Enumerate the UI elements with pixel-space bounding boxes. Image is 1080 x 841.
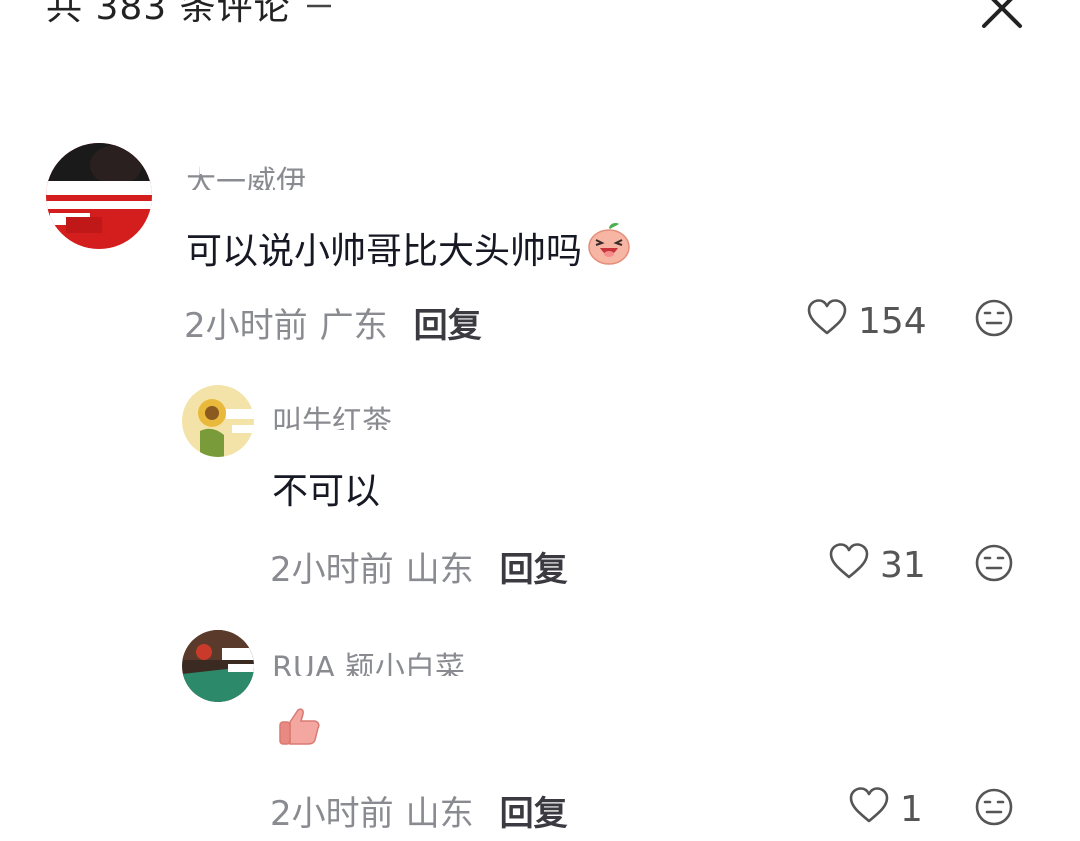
heart-icon bbox=[806, 298, 848, 345]
avatar[interactable] bbox=[46, 143, 152, 249]
close-icon[interactable] bbox=[976, 0, 1026, 34]
comment-time: 2小时前 bbox=[270, 550, 394, 590]
avatar[interactable] bbox=[182, 385, 254, 457]
dislike-face-icon[interactable] bbox=[974, 787, 1014, 827]
comment-content: 不可以 bbox=[272, 471, 381, 512]
comment-meta: 2小时前 山东 回复 bbox=[270, 542, 568, 591]
comment-meta: 2小时前 广东 回复 bbox=[184, 298, 482, 347]
heart-icon bbox=[828, 542, 870, 589]
comment-count-header: 共 383 条评论 bbox=[46, 0, 333, 30]
like-button[interactable]: 1 bbox=[848, 786, 923, 833]
thumbs-up-emoji-icon bbox=[276, 706, 322, 755]
reply-button[interactable]: 回复 bbox=[414, 298, 482, 347]
comment-location: 广东 bbox=[319, 306, 388, 346]
comment-time: 2小时前 bbox=[184, 306, 308, 346]
sort-icon[interactable] bbox=[305, 0, 333, 25]
like-button[interactable]: 31 bbox=[828, 542, 926, 589]
reply-button[interactable]: 回复 bbox=[500, 542, 568, 591]
heart-icon bbox=[848, 786, 890, 833]
comment-meta: 2小时前 山东 回复 bbox=[270, 786, 568, 835]
comment-text: 可以说小帅哥比大头帅吗 bbox=[186, 220, 632, 275]
like-count: 31 bbox=[880, 545, 926, 586]
comment-content: 可以说小帅哥比大头帅吗 bbox=[186, 230, 583, 272]
comment-count-title: 共 383 条评论 bbox=[46, 0, 291, 28]
comment-location: 山东 bbox=[405, 794, 474, 834]
comment-text: 不可以 bbox=[272, 462, 380, 514]
dislike-face-icon[interactable] bbox=[974, 543, 1014, 583]
like-button[interactable]: 154 bbox=[806, 298, 927, 345]
comment-text bbox=[272, 706, 322, 755]
avatar[interactable] bbox=[182, 630, 254, 702]
laughing-peach-emoji-icon bbox=[586, 220, 632, 275]
dislike-face-icon[interactable] bbox=[974, 298, 1014, 338]
reply-button[interactable]: 回复 bbox=[500, 786, 568, 835]
like-count: 1 bbox=[900, 789, 923, 830]
comment-time: 2小时前 bbox=[270, 794, 394, 834]
comment-panel: 共 383 条评论 大一威伊 可以说小帅哥比大头帅吗 2小时前 广东 回复 15… bbox=[0, 0, 1080, 841]
like-count: 154 bbox=[858, 301, 927, 342]
comment-location: 山东 bbox=[405, 550, 474, 590]
username[interactable]: 叫牛红茶 bbox=[272, 400, 452, 430]
username-mask bbox=[200, 160, 260, 174]
username[interactable]: RUA 颖小白菜 bbox=[272, 646, 562, 676]
